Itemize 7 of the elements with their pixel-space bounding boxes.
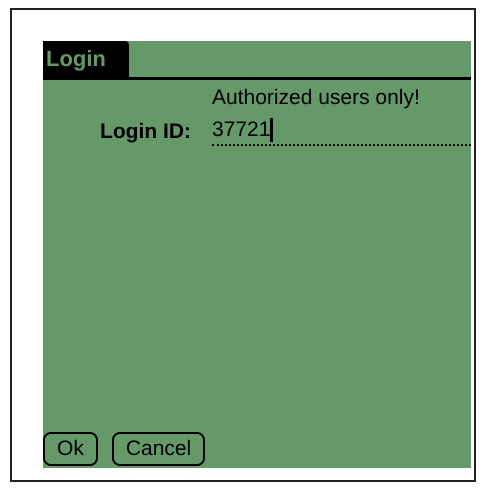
dialog-button[interactable]: Ok bbox=[43, 432, 98, 466]
login-id-field[interactable]: 37721 bbox=[212, 116, 471, 146]
notice-text: Authorized users only! bbox=[212, 85, 421, 111]
field-label: Login ID: bbox=[99, 119, 191, 145]
form-title: Login bbox=[43, 41, 129, 77]
dialog-button[interactable]: Cancel bbox=[112, 432, 206, 466]
text-cursor-icon bbox=[270, 118, 274, 142]
